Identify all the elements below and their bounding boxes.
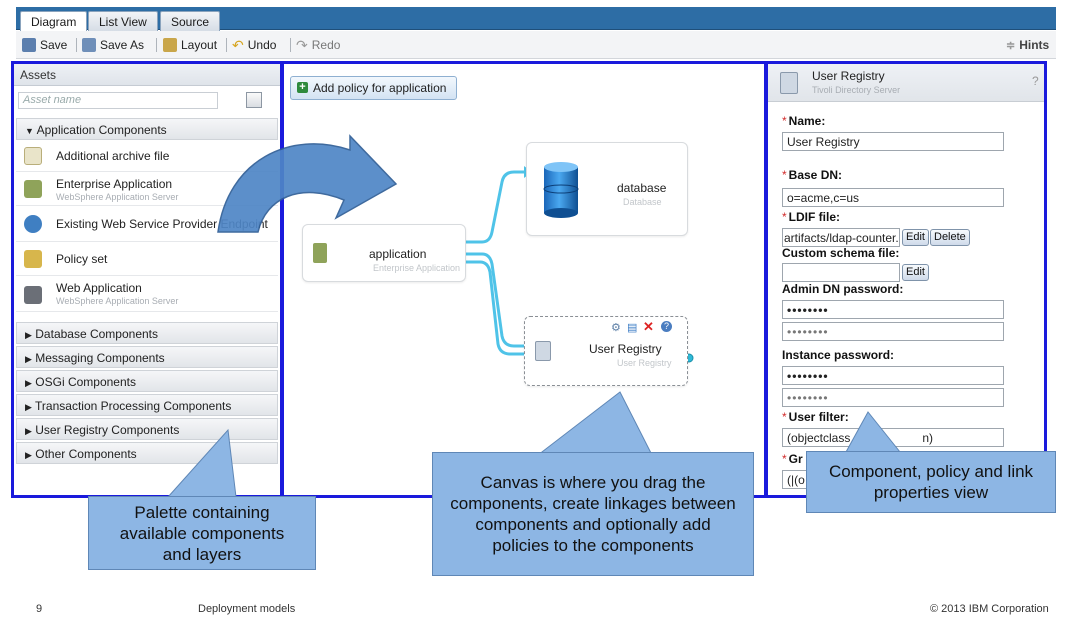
callout-properties: Component, policy and link properties vi… xyxy=(806,451,1056,513)
callout-properties-text: Component, policy and link properties vi… xyxy=(828,462,1034,502)
callout-canvas-text: Canvas is where you drag the components,… xyxy=(450,473,736,555)
callout-palette-text: Palette containing available components … xyxy=(119,502,285,564)
footer-copyright: © 2013 IBM Corporation xyxy=(930,603,1049,615)
callout-palette: Palette containing available components … xyxy=(88,496,316,570)
callout-canvas: Canvas is where you drag the components,… xyxy=(432,452,754,576)
page-number: 9 xyxy=(36,603,43,615)
footer-title: Deployment models xyxy=(198,603,296,615)
